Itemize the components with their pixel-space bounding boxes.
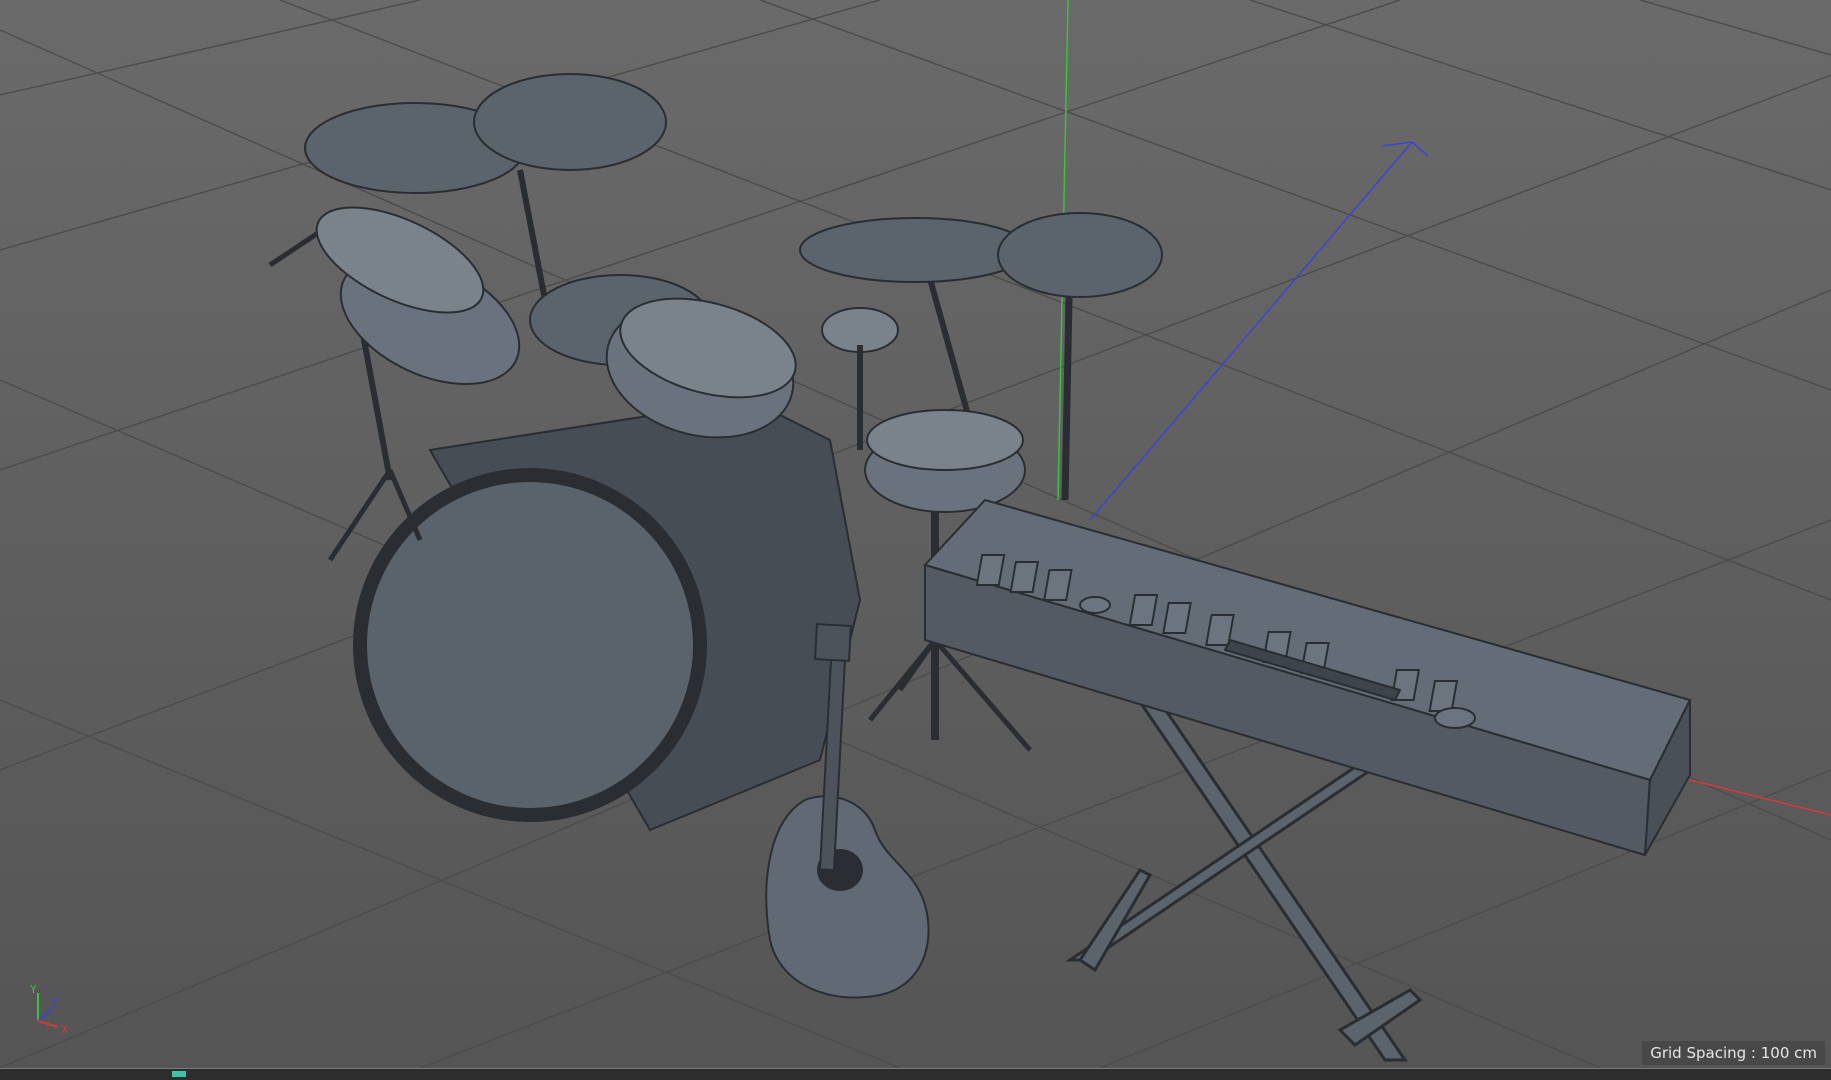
axis-label-y: Y (29, 983, 37, 996)
timeline-strip[interactable] (0, 1068, 1831, 1080)
3d-viewport[interactable]: Y Z X Grid Spacing : 100 cm (0, 0, 1831, 1068)
timeline-playhead-marker[interactable] (172, 1071, 186, 1077)
axis-orientation-widget: Y Z X (29, 983, 69, 1035)
scene-canvas[interactable] (0, 0, 1831, 1068)
grid-spacing-readout: Grid Spacing : 100 cm (1642, 1041, 1825, 1065)
drum-kit[interactable] (268, 73, 1163, 863)
rack-tom-left (315, 206, 521, 386)
axis-label-z: Z (50, 997, 58, 1010)
cymbal-top (473, 73, 667, 171)
cymbal-right (997, 212, 1163, 298)
z-axis-arrow (1381, 141, 1429, 157)
axis-label-x: X (61, 1023, 69, 1035)
cymbal-middle (799, 217, 1031, 283)
z-axis-line (1089, 141, 1413, 521)
